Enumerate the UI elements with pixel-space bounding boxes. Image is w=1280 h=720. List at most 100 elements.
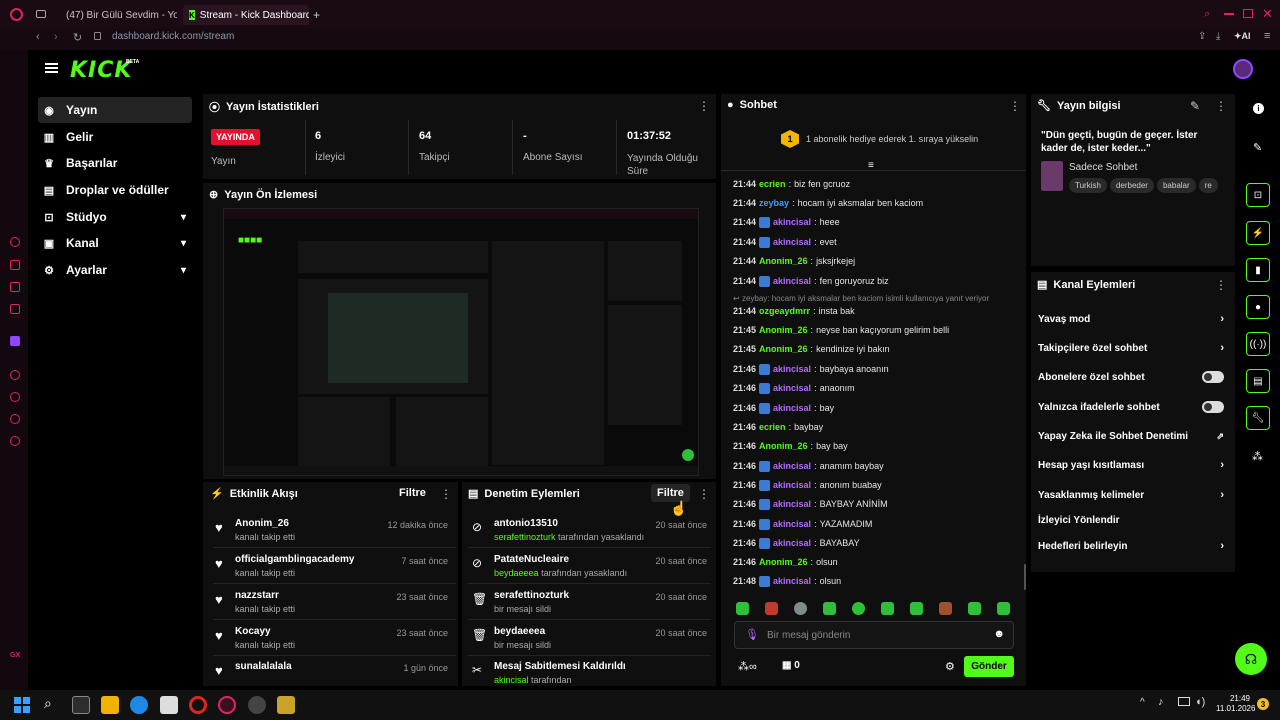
- chat-more-icon[interactable]: ⋮: [1009, 99, 1021, 113]
- download-icon[interactable]: ⤓: [1216, 31, 1220, 42]
- list-item[interactable]: ♥ nazzstarr kanalı takip etti 23 saat önce: [213, 586, 456, 620]
- message-username[interactable]: ecrien: [759, 422, 786, 432]
- tab-menu-icon[interactable]: [36, 10, 46, 18]
- stream-info-more-icon[interactable]: ⋮: [1215, 99, 1227, 113]
- chat-message[interactable]: 21:44 Anonim_26: jsksjrkejej: [733, 253, 1023, 269]
- emote-icon[interactable]: [968, 602, 981, 615]
- action-account-age[interactable]: Hesap yaşı kısıtlaması ›: [1038, 458, 1228, 472]
- minimize-icon[interactable]: [1224, 13, 1234, 15]
- sidebar-item-studyo[interactable]: ⊡ Stüdyo ▾: [38, 204, 192, 230]
- steam-icon[interactable]: [248, 696, 266, 714]
- emote-icon[interactable]: [736, 602, 749, 615]
- message-username[interactable]: Anonim_26: [759, 325, 808, 335]
- chat-message[interactable]: 21:44 akincisal: heee: [733, 214, 1023, 230]
- activity-more-icon[interactable]: ⋮: [440, 487, 452, 501]
- message-username[interactable]: zeybay: [759, 198, 789, 208]
- emote-icon[interactable]: [823, 602, 836, 615]
- edit-pencil-icon[interactable]: ✎: [1190, 99, 1200, 113]
- activity-filter-button[interactable]: Filtre: [399, 487, 426, 499]
- chat-message[interactable]: 21:46 ecrien: baybay: [733, 419, 1023, 435]
- new-tab-plus-icon[interactable]: +: [313, 8, 320, 22]
- sidebar-history-icon[interactable]: [10, 392, 20, 402]
- chat-message[interactable]: 21:45 Anonim_26: neyse ban kaçıyorum gelir…: [733, 322, 1023, 338]
- sidebar-extensions-icon[interactable]: [10, 414, 20, 424]
- emote-icon[interactable]: [939, 602, 952, 615]
- network-icon[interactable]: [1178, 697, 1190, 706]
- message-username[interactable]: ozgeaydmrr: [759, 306, 810, 316]
- chat-message[interactable]: 21:46 akincisal: anamım baybay: [733, 458, 1023, 474]
- subscribers-only-toggle[interactable]: [1202, 371, 1224, 383]
- url-field[interactable]: dashboard.kick.com/stream: [112, 31, 234, 42]
- message-username[interactable]: ecrien: [759, 179, 786, 189]
- list-item[interactable]: ♥ Anonim_26 kanalı takip etti 12 dakika önc…: [213, 514, 456, 548]
- chat-message[interactable]: 21:44 ecrien: biz fen gcruoz: [733, 176, 1023, 192]
- chat-message[interactable]: 21:46 akincisal: baybaya anoanın: [733, 361, 1023, 377]
- chat-message[interactable]: 21:46 akincisal: anonım buabay: [733, 477, 1023, 493]
- emote-icon[interactable]: [765, 602, 778, 615]
- emote-icon[interactable]: [794, 602, 807, 615]
- notification-badge[interactable]: 3: [1257, 698, 1269, 710]
- close-icon[interactable]: ✕: [1262, 6, 1273, 22]
- app-icon[interactable]: [277, 696, 295, 714]
- user-avatar[interactable]: [1233, 59, 1253, 79]
- message-username[interactable]: akincisal: [773, 480, 811, 490]
- lightning-icon[interactable]: ⚡: [1246, 221, 1270, 245]
- emote-icon[interactable]: [852, 602, 865, 615]
- chat-message[interactable]: 21:48 akincisal: olsun: [733, 573, 1023, 589]
- chat-message[interactable]: 21:44 akincisal: fen goruyoruz biz: [733, 273, 1023, 289]
- chat-input-box[interactable]: 🎙︎ Bir mesaj gönderin ☻: [734, 621, 1014, 649]
- tag-chip[interactable]: Turkish: [1069, 178, 1107, 193]
- list-item[interactable]: ⊘ antonio13510 serafettinozturk tarafından…: [468, 514, 711, 548]
- chat-message[interactable]: 21:45 Anonim_26: kendinize iyi bakın: [733, 341, 1023, 357]
- file-explorer-icon[interactable]: [101, 696, 119, 714]
- pencil-icon[interactable]: ✎: [1253, 141, 1262, 154]
- channel-actions-more-icon[interactable]: ⋮: [1215, 278, 1227, 292]
- sidebar-app-icon-3[interactable]: [10, 282, 20, 292]
- edge-icon[interactable]: [130, 696, 148, 714]
- tag-chip[interactable]: derbeder: [1109, 178, 1154, 193]
- chat-message[interactable]: 21:44 akincisal: evet: [733, 234, 1023, 250]
- message-username[interactable]: akincisal: [773, 576, 811, 586]
- message-username[interactable]: Anonim_26: [759, 441, 808, 451]
- moderation-more-icon[interactable]: ⋮: [698, 487, 710, 501]
- category-name[interactable]: Sadece Sohbet: [1069, 162, 1137, 173]
- tray-chevron-icon[interactable]: ^: [1140, 697, 1145, 708]
- action-slow-mode[interactable]: Yavaş mod ›: [1038, 312, 1228, 326]
- chat-message[interactable]: 21:46 Anonim_26: bay bay: [733, 438, 1023, 454]
- sidebar-item-yayin[interactable]: ◉ Yayın: [38, 97, 192, 123]
- support-headset-icon[interactable]: ☊: [1235, 643, 1267, 675]
- ai-button[interactable]: ✦AI: [1234, 31, 1251, 42]
- list-item[interactable]: ♥ officialgamblingacademy kanalı takip ett…: [213, 550, 456, 584]
- message-username[interactable]: akincisal: [773, 276, 811, 286]
- emote-icon[interactable]: [997, 602, 1010, 615]
- forward-arrow-icon[interactable]: ›: [54, 31, 58, 43]
- message-username[interactable]: Anonim_26: [759, 557, 808, 567]
- list-item[interactable]: ⊘ PatateNucleaire beydaeeea tarafından yas…: [468, 550, 711, 584]
- chat-message[interactable]: 21:46 akincisal: bay: [733, 400, 1023, 416]
- reload-icon[interactable]: ↻: [73, 31, 82, 44]
- chat-scrollbar[interactable]: [1024, 564, 1026, 590]
- emoji-icon[interactable]: ☻: [993, 628, 1005, 640]
- maximize-icon[interactable]: [1243, 9, 1253, 18]
- list-item[interactable]: ✂ Mesaj Sabitlemesi Kaldırıldı akincisal t…: [468, 657, 711, 685]
- gx-icon[interactable]: GX: [10, 652, 20, 659]
- hamburger-menu-icon[interactable]: [45, 63, 58, 73]
- list-item[interactable]: 🗑︎ beydaeeea bir mesajı sildi 20 saat önce: [468, 622, 711, 656]
- tag-chip[interactable]: re: [1198, 178, 1218, 193]
- task-view-icon[interactable]: [72, 696, 90, 714]
- sidebar-item-kanal[interactable]: ▣ Kanal ▾: [38, 230, 192, 256]
- action-followers-only[interactable]: Takipçilere özel sohbet ›: [1038, 341, 1228, 355]
- message-username[interactable]: akincisal: [773, 217, 811, 227]
- twitch-icon[interactable]: [10, 336, 20, 346]
- add-widget-icon[interactable]: ⁂: [1252, 450, 1263, 463]
- tab-youtube[interactable]: (47) Bir Gülü Sevdim - You: [55, 5, 177, 25]
- kick-logo[interactable]: KICK: [70, 58, 132, 83]
- sidebar-app-icon-2[interactable]: [10, 260, 20, 270]
- back-arrow-icon[interactable]: ‹: [36, 31, 40, 43]
- chat-message[interactable]: 21:46 Anonim_26: olsun: [733, 554, 1023, 570]
- chat-message[interactable]: 21:44 zeybay: hocam iyi aksmalar ben kacio…: [733, 195, 1023, 211]
- list-item[interactable]: ♥ sunalalalala 1 gün önce: [213, 657, 456, 685]
- message-username[interactable]: akincisal: [773, 403, 811, 413]
- store-icon[interactable]: [160, 696, 178, 714]
- windows-start-icon[interactable]: [14, 697, 30, 713]
